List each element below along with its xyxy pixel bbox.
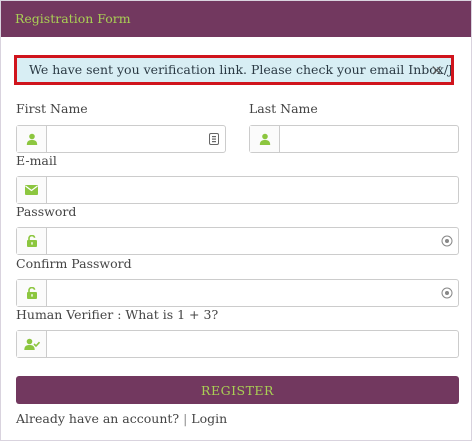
last-name-input[interactable]	[280, 126, 458, 152]
first-name-input[interactable]	[47, 126, 203, 152]
email-input[interactable]	[47, 177, 458, 203]
verification-alert: We have sent you verification link. Plea…	[14, 55, 454, 85]
human-verifier-label: Human Verifier : What is 1 + 3?	[16, 307, 219, 322]
last-name-label: Last Name	[249, 101, 318, 116]
close-icon[interactable]: ×	[430, 58, 443, 82]
contact-card-icon[interactable]	[203, 126, 225, 152]
password-field	[16, 227, 459, 255]
user-icon	[250, 126, 280, 152]
user-icon	[17, 126, 47, 152]
email-field	[16, 176, 459, 204]
envelope-icon	[17, 177, 47, 203]
unlock-icon	[17, 280, 47, 306]
form-title: Registration Form	[15, 11, 131, 26]
first-name-field	[16, 125, 226, 153]
login-link[interactable]: Login	[191, 411, 227, 426]
unlock-icon	[17, 228, 47, 254]
human-verifier-input[interactable]	[47, 331, 458, 357]
eye-icon[interactable]	[436, 228, 458, 254]
footer-separator: |	[183, 411, 188, 426]
confirm-password-label: Confirm Password	[16, 256, 132, 271]
register-button[interactable]: REGISTER	[16, 376, 459, 404]
password-input[interactable]	[47, 228, 436, 254]
confirm-password-field	[16, 279, 459, 307]
email-label: E-mail	[16, 153, 57, 168]
alert-message: We have sent you verification link. Plea…	[29, 62, 454, 77]
first-name-label: First Name	[16, 101, 88, 116]
form-header: Registration Form	[1, 1, 471, 37]
registration-card: Registration Form We have sent you verif…	[0, 0, 472, 441]
human-verifier-field	[16, 330, 459, 358]
last-name-field	[249, 125, 459, 153]
eye-icon[interactable]	[436, 280, 458, 306]
user-check-icon	[17, 331, 47, 357]
confirm-password-input[interactable]	[47, 280, 436, 306]
password-label: Password	[16, 204, 77, 219]
have-account-text: Already have an account?	[16, 411, 180, 426]
login-prompt: Already have an account? | Login	[16, 411, 227, 426]
